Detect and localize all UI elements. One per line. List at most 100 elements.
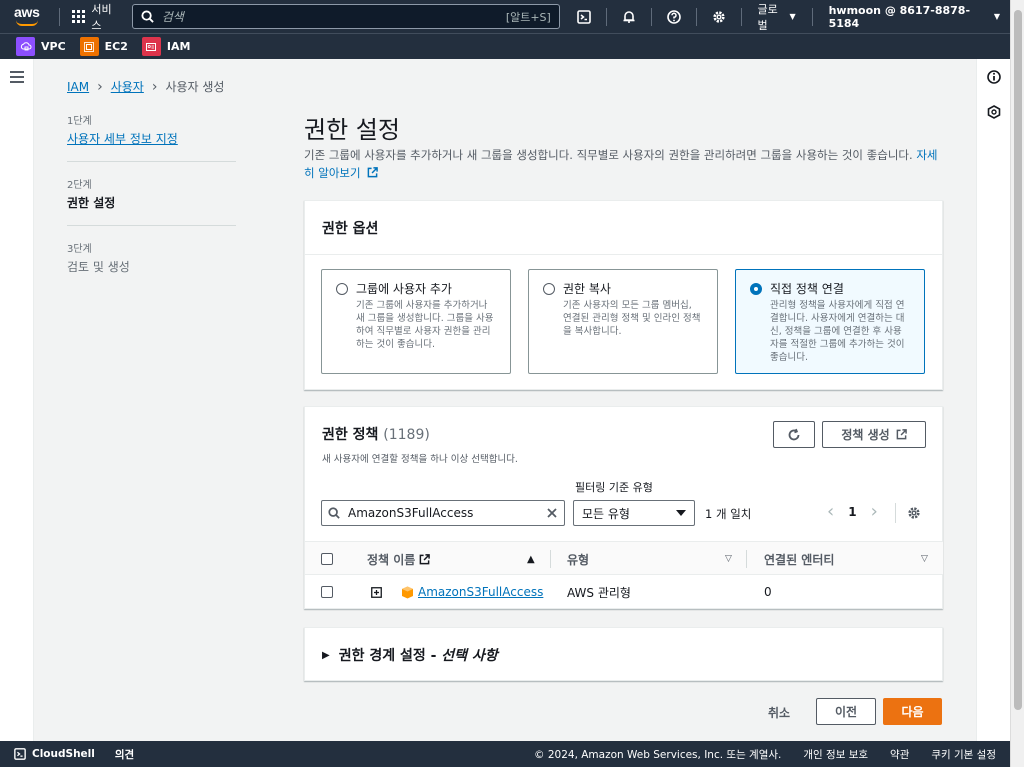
breadcrumb-current: 사용자 생성 bbox=[165, 80, 225, 94]
option-add-to-group[interactable]: 그룹에 사용자 추가 기존 그룹에 사용자를 추가하거나 새 그룹을 생성합니다… bbox=[321, 269, 511, 374]
chevron-right-icon[interactable]: › bbox=[871, 503, 878, 521]
chevron-left-icon[interactable]: ‹ bbox=[827, 503, 834, 521]
policy-search-input[interactable] bbox=[348, 506, 538, 520]
column-header-name[interactable]: 정책 이름 bbox=[367, 542, 431, 576]
aws-managed-policy-icon bbox=[402, 586, 413, 598]
permissions-boundary-panel[interactable]: ▶ 권한 경계 설정 - 선택 사항 bbox=[304, 627, 943, 681]
favorite-label: VPC bbox=[41, 40, 66, 53]
policy-type-select[interactable]: 모든 유형 bbox=[573, 500, 695, 526]
select-all-checkbox[interactable] bbox=[321, 553, 333, 565]
create-policy-button[interactable]: 정책 생성 bbox=[822, 421, 926, 448]
gear-icon bbox=[712, 10, 725, 23]
breadcrumb-users-link[interactable]: 사용자 bbox=[111, 78, 144, 95]
favorite-iam[interactable]: IAM bbox=[141, 37, 191, 56]
search-box[interactable]: [알트+S] bbox=[131, 4, 560, 29]
expandable-header[interactable]: ▶ 권한 경계 설정 - 선택 사항 bbox=[322, 628, 498, 682]
nav-divider bbox=[695, 7, 697, 26]
row-checkbox[interactable] bbox=[321, 586, 333, 598]
step-link[interactable]: 사용자 세부 정보 지정 bbox=[67, 130, 236, 147]
wizard-step-3: 3단계 검토 및 생성 bbox=[67, 240, 236, 289]
favorite-ec2[interactable]: EC2 bbox=[79, 37, 128, 56]
radio-button[interactable] bbox=[543, 282, 555, 295]
favorite-vpc[interactable]: VPC bbox=[16, 37, 66, 56]
external-link-icon bbox=[367, 167, 379, 178]
step-number: 1단계 bbox=[67, 116, 92, 127]
policies-heading: 권한 정책 (1189) bbox=[322, 424, 430, 444]
column-divider bbox=[550, 542, 551, 576]
account-label: hwmoon @ 8617-8878-5184 bbox=[828, 3, 971, 30]
radio-button[interactable] bbox=[336, 282, 348, 295]
option-row: 직접 정책 연결 bbox=[750, 280, 910, 297]
next-button[interactable]: 다음 bbox=[883, 698, 942, 725]
select-all-cell bbox=[321, 542, 333, 576]
expand-icon[interactable] bbox=[371, 575, 382, 609]
clear-icon[interactable] bbox=[546, 507, 558, 519]
policy-search-field[interactable] bbox=[321, 500, 565, 526]
aws-smile-icon bbox=[16, 20, 38, 26]
search-icon bbox=[328, 507, 340, 519]
feedback-link[interactable]: 의견 bbox=[115, 747, 134, 762]
breadcrumb: IAM › 사용자 › 사용자 생성 bbox=[67, 78, 224, 95]
footer: CloudShell 의견 © 2024, Amazon Web Service… bbox=[0, 741, 1010, 767]
sort-icon[interactable]: ▽ bbox=[921, 542, 928, 576]
favorite-label: EC2 bbox=[104, 40, 128, 53]
nav-divider bbox=[605, 7, 607, 26]
region-label: 글로벌 bbox=[757, 2, 778, 32]
cookie-preferences-link[interactable]: 쿠키 기본 설정 bbox=[931, 747, 996, 762]
policy-entities-cell: 0 bbox=[764, 585, 772, 599]
vertical-scrollbar[interactable] bbox=[1010, 0, 1024, 767]
cancel-button[interactable]: 취소 bbox=[768, 704, 790, 721]
gear-icon[interactable] bbox=[907, 506, 921, 520]
privacy-link[interactable]: 개인 정보 보호 bbox=[803, 747, 868, 762]
policies-table-header: 정책 이름 ▲ 유형 ▽ 연결된 엔터티 ▽ bbox=[305, 541, 943, 575]
panel-title: 권한 옵션 bbox=[322, 220, 379, 237]
search-input[interactable] bbox=[161, 9, 506, 24]
nav-divider bbox=[811, 7, 813, 26]
favorites-bar: VPC EC2 IAM bbox=[0, 33, 1010, 59]
sort-icon[interactable]: ▽ bbox=[725, 542, 732, 576]
previous-button[interactable]: 이전 bbox=[816, 698, 876, 725]
pagination-divider bbox=[895, 503, 896, 523]
grid-icon bbox=[72, 9, 86, 24]
help-button[interactable] bbox=[658, 0, 690, 33]
step-label: 검토 및 생성 bbox=[67, 260, 130, 274]
top-navigation: aws 서비스 [알트+S] 글로벌 ▼ hwmoon @ 8617-8878-… bbox=[0, 0, 1010, 33]
services-label: 서비스 bbox=[91, 2, 112, 32]
wizard-step-1: 1단계 사용자 세부 정보 지정 bbox=[67, 112, 236, 162]
chevron-right-icon: › bbox=[97, 78, 103, 95]
option-description: 기존 그룹에 사용자를 추가하거나 새 그룹을 생성합니다. 그룹을 사용하여 … bbox=[356, 300, 494, 350]
aws-logo[interactable]: aws bbox=[12, 0, 53, 33]
radio-button-selected[interactable] bbox=[750, 282, 762, 295]
notifications-button[interactable] bbox=[613, 0, 645, 33]
option-description: 기존 사용자의 모든 그룹 멤버십, 연결된 관리형 정책 및 인라인 정책을 … bbox=[563, 300, 701, 337]
caret-right-icon: ▶ bbox=[322, 649, 330, 661]
cloudshell-button[interactable] bbox=[568, 0, 600, 33]
settings-button[interactable] bbox=[703, 0, 735, 33]
option-attach-policies-directly[interactable]: 직접 정책 연결 관리형 정책을 사용자에게 직접 연결합니다. 사용자에게 연… bbox=[735, 269, 925, 374]
menu-icon[interactable] bbox=[10, 71, 24, 86]
status-icon[interactable] bbox=[987, 105, 1001, 119]
option-copy-permissions[interactable]: 권한 복사 기존 사용자의 모든 그룹 멤버십, 연결된 관리형 정책 및 인라… bbox=[528, 269, 718, 374]
permission-options-panel: 권한 옵션 그룹에 사용자 추가 기존 그룹에 사용자를 추가하거나 새 그룹을… bbox=[304, 200, 943, 390]
terms-link[interactable]: 약관 bbox=[890, 747, 909, 762]
external-link-icon bbox=[896, 429, 907, 440]
favorite-label: IAM bbox=[166, 40, 191, 53]
column-header-type[interactable]: 유형 bbox=[567, 542, 589, 576]
page-description-text: 기존 그룹에 사용자를 추가하거나 새 그룹을 생성합니다. 직무별로 사용자의… bbox=[304, 148, 913, 162]
scrollbar-thumb[interactable] bbox=[1014, 10, 1022, 710]
region-selector[interactable]: 글로벌 ▼ bbox=[748, 1, 806, 33]
info-icon[interactable] bbox=[987, 70, 1001, 84]
account-menu[interactable]: hwmoon @ 8617-8878-5184 ▼ bbox=[819, 4, 1010, 30]
page-number[interactable]: 1 bbox=[848, 505, 856, 519]
column-header-entities[interactable]: 연결된 엔터티 bbox=[764, 542, 834, 576]
policy-type-cell: AWS 관리형 bbox=[567, 585, 631, 600]
policy-name-link[interactable]: AmazonS3FullAccess bbox=[418, 585, 543, 599]
refresh-button[interactable] bbox=[773, 421, 815, 448]
services-menu-button[interactable]: 서비스 bbox=[66, 1, 125, 33]
caret-down-icon: ▼ bbox=[993, 12, 1000, 21]
breadcrumb-iam-link[interactable]: IAM bbox=[67, 80, 89, 94]
sort-ascending-icon[interactable]: ▲ bbox=[527, 542, 535, 576]
option-row: 그룹에 사용자 추가 bbox=[336, 280, 496, 297]
cloudshell-footer-button[interactable]: CloudShell bbox=[14, 748, 95, 760]
wizard-step-2: 2단계 권한 설정 bbox=[67, 176, 236, 226]
